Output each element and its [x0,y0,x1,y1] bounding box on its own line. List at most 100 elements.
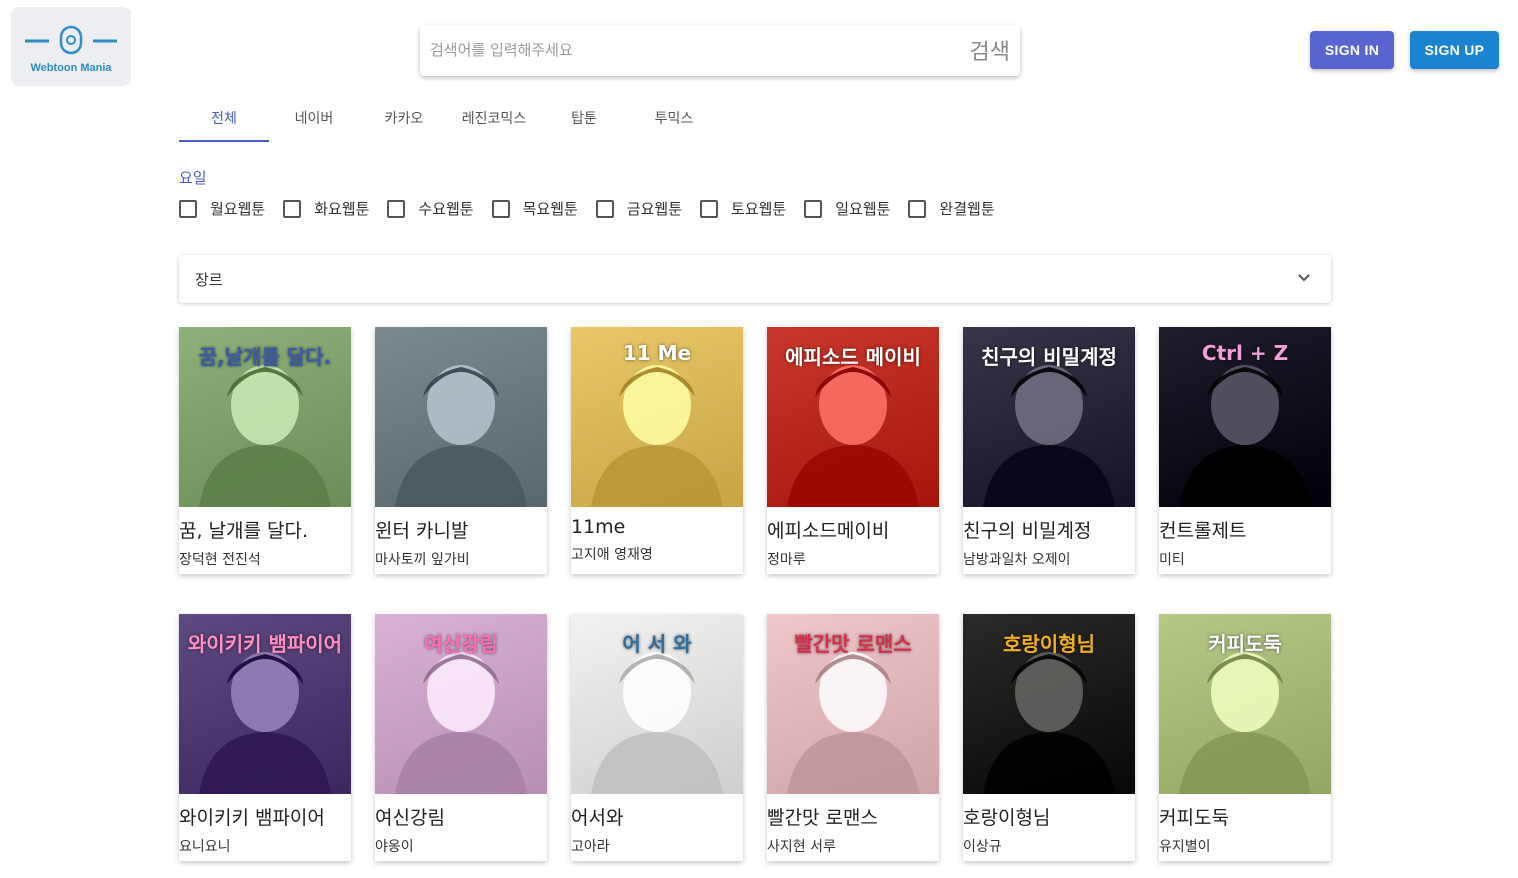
webtoon-author: 정마루 [767,552,806,568]
day-label: 일요웹툰 [835,200,891,218]
webtoon-card[interactable]: 커피도둑 커피도둑 유지별이 [1159,614,1331,861]
webtoon-card[interactable]: 꿈,날개를 달다. 꿈, 날개를 달다. 장덕현 전진석 [179,327,351,574]
webtoon-card[interactable]: 빨간맛 로맨스 빨간맛 로맨스 사지현 서루 [767,614,939,861]
day-label: 화요웹툰 [314,200,370,218]
webtoon-card[interactable]: 윈터 카니발마사토끼 잎가비 [375,327,547,574]
checkbox[interactable] [491,199,510,218]
webtoon-card[interactable]: 와이키키 뱀파이어 와이키키 뱀파이어 요니요니 [179,614,351,861]
webtoon-author: 고지애 영재영 [571,547,653,563]
day-checkbox-tue[interactable]: 화요웹툰 [283,198,369,219]
sign-up-button[interactable]: SIGN UP [1410,31,1499,69]
webtoon-title: 빨간맛 로맨스 [767,807,878,829]
checkbox[interactable] [387,199,406,218]
day-checkbox-thu[interactable]: 목요웹툰 [491,198,578,219]
checkbox[interactable] [595,199,614,218]
sign-in-button[interactable]: SIGN IN [1310,31,1394,69]
webtoon-title: 호랑이형님 [963,807,1051,829]
cover-art [395,365,527,507]
cover-title: 빨간맛 로맨스 [794,632,912,656]
webtoon-thumbnail[interactable]: 친구의 비밀계정 [963,327,1135,507]
day-label: 월요웹툰 [210,200,266,218]
webtoon-card[interactable]: 친구의 비밀계정 친구의 비밀계정 남방과일차 오제이 [963,327,1135,574]
checkbox[interactable] [700,199,719,218]
search-input[interactable] [430,38,950,62]
logo-text: Webtoon Mania [30,62,112,74]
checkbox[interactable] [283,199,302,218]
cover-title: 와이키키 뱀파이어 [187,632,343,656]
webtoon-author: 요니요니 [179,839,231,855]
webtoon-thumbnail[interactable]: 꿈,날개를 달다. [179,327,351,507]
webtoon-thumbnail[interactable]: 11 Me [571,327,743,507]
day-checkbox-sun[interactable]: 일요웹툰 [804,198,890,219]
webtoon-author: 미티 [1159,552,1185,568]
cover-title: 꿈,날개를 달다. [198,345,332,369]
webtoon-title: 11me [571,516,626,538]
logo[interactable]: Webtoon Mania [11,7,131,86]
webtoon-author: 마사토끼 잎가비 [375,552,470,568]
tab-toptoon[interactable]: 탑툰 [539,98,629,142]
webtoon-author: 남방과일차 오제이 [963,552,1071,568]
search-button[interactable]: 검색 [970,34,1010,66]
webtoon-thumbnail[interactable]: 에피소드 메이비 [767,327,939,507]
webtoon-author: 야옹이 [375,839,414,855]
tab-naver[interactable]: 네이버 [269,98,359,142]
webtoon-author: 이상규 [963,839,1002,855]
tab-lezhin[interactable]: 레진코믹스 [449,98,539,142]
tab-kakao[interactable]: 카카오 [359,98,449,142]
webtoon-title: 컨트롤제트 [1159,520,1247,542]
webtoon-card[interactable]: Ctrl + Z 컨트롤제트미티 [1159,327,1331,574]
webtoon-card[interactable]: 11 Me 11me 고지애 영재영 [571,327,743,574]
webtoon-author: 고아라 [571,839,610,855]
webtoon-title: 윈터 카니발 [375,520,469,542]
genre-dropdown[interactable]: 장르 [179,255,1331,303]
cover-title: 커피도둑 [1208,632,1282,656]
cover-title: 어 서 와 [622,632,692,656]
day-label: 목요웹툰 [522,200,578,218]
webtoon-thumbnail[interactable]: Ctrl + Z [1159,327,1331,507]
webtoon-author: 사지현 서루 [767,839,836,855]
cover-title: Ctrl + Z [1201,341,1289,365]
day-checkbox-mon[interactable]: 월요웹툰 [179,198,265,219]
checkbox[interactable] [179,199,197,218]
day-filter: 월요웹툰 화요웹툰 수요웹툰 목요웹툰 금요웹툰 토요웹툰 일요웹툰 완결웹툰 [179,198,1013,219]
webtoon-thumbnail[interactable]: 커피도둑 [1159,614,1331,794]
day-checkbox-sat[interactable]: 토요웹툰 [700,198,786,219]
webtoon-title: 여신강림 [375,807,445,829]
cover-title: 호랑이형님 [1003,632,1095,656]
cover-title: 친구의 비밀계정 [981,345,1117,369]
checkbox[interactable] [804,199,823,218]
day-checkbox-wed[interactable]: 수요웹툰 [387,198,474,219]
webtoon-thumbnail[interactable] [375,327,547,507]
webtoon-thumbnail[interactable]: 빨간맛 로맨스 [767,614,939,794]
webtoon-title: 어서와 [571,807,624,829]
webtoon-card[interactable]: 어 서 와어서와고아라 [571,614,743,861]
search-bar: 검색 [420,25,1020,76]
day-label: 수요웹툰 [418,200,474,218]
webtoon-title: 친구의 비밀계정 [963,520,1092,542]
webtoon-author: 유지별이 [1159,839,1211,855]
cover-title: 11 Me [622,341,692,365]
webtoon-author: 장덕현 전진석 [179,552,261,568]
webtoon-thumbnail[interactable]: 호랑이형님 [963,614,1135,794]
tab-toomics[interactable]: 투믹스 [629,98,719,142]
webtoon-title: 커피도둑 [1159,807,1229,829]
day-filter-label: 요일 [179,169,207,187]
webtoon-thumbnail[interactable]: 여신강림 [375,614,547,794]
checkbox[interactable] [908,199,927,218]
webtoon-title: 꿈, 날개를 달다. [179,520,309,542]
webtoon-title: 에피소드메이비 [767,520,890,542]
webtoon-card[interactable]: 에피소드 메이비에피소드메이비정마루 [767,327,939,574]
day-label: 토요웹툰 [731,200,787,218]
day-label: 금요웹툰 [626,200,683,218]
webtoon-thumbnail[interactable]: 와이키키 뱀파이어 [179,614,351,794]
webtoon-card[interactable]: 호랑이형님 호랑이형님 이상규 [963,614,1135,861]
webtoon-card[interactable]: 여신강림 여신강림 야옹이 [375,614,547,861]
day-checkbox-fri[interactable]: 금요웹툰 [595,198,683,219]
cover-title: 에피소드 메이비 [785,345,921,369]
tab-all[interactable]: 전체 [179,98,269,142]
day-checkbox-completed[interactable]: 완결웹툰 [908,198,995,219]
day-label: 완결웹툰 [939,200,995,218]
platform-tabs: 전체 네이버 카카오 레진코믹스 탑툰 투믹스 [179,98,719,142]
logo-icon [25,25,117,55]
webtoon-thumbnail[interactable]: 어 서 와 [571,614,743,794]
